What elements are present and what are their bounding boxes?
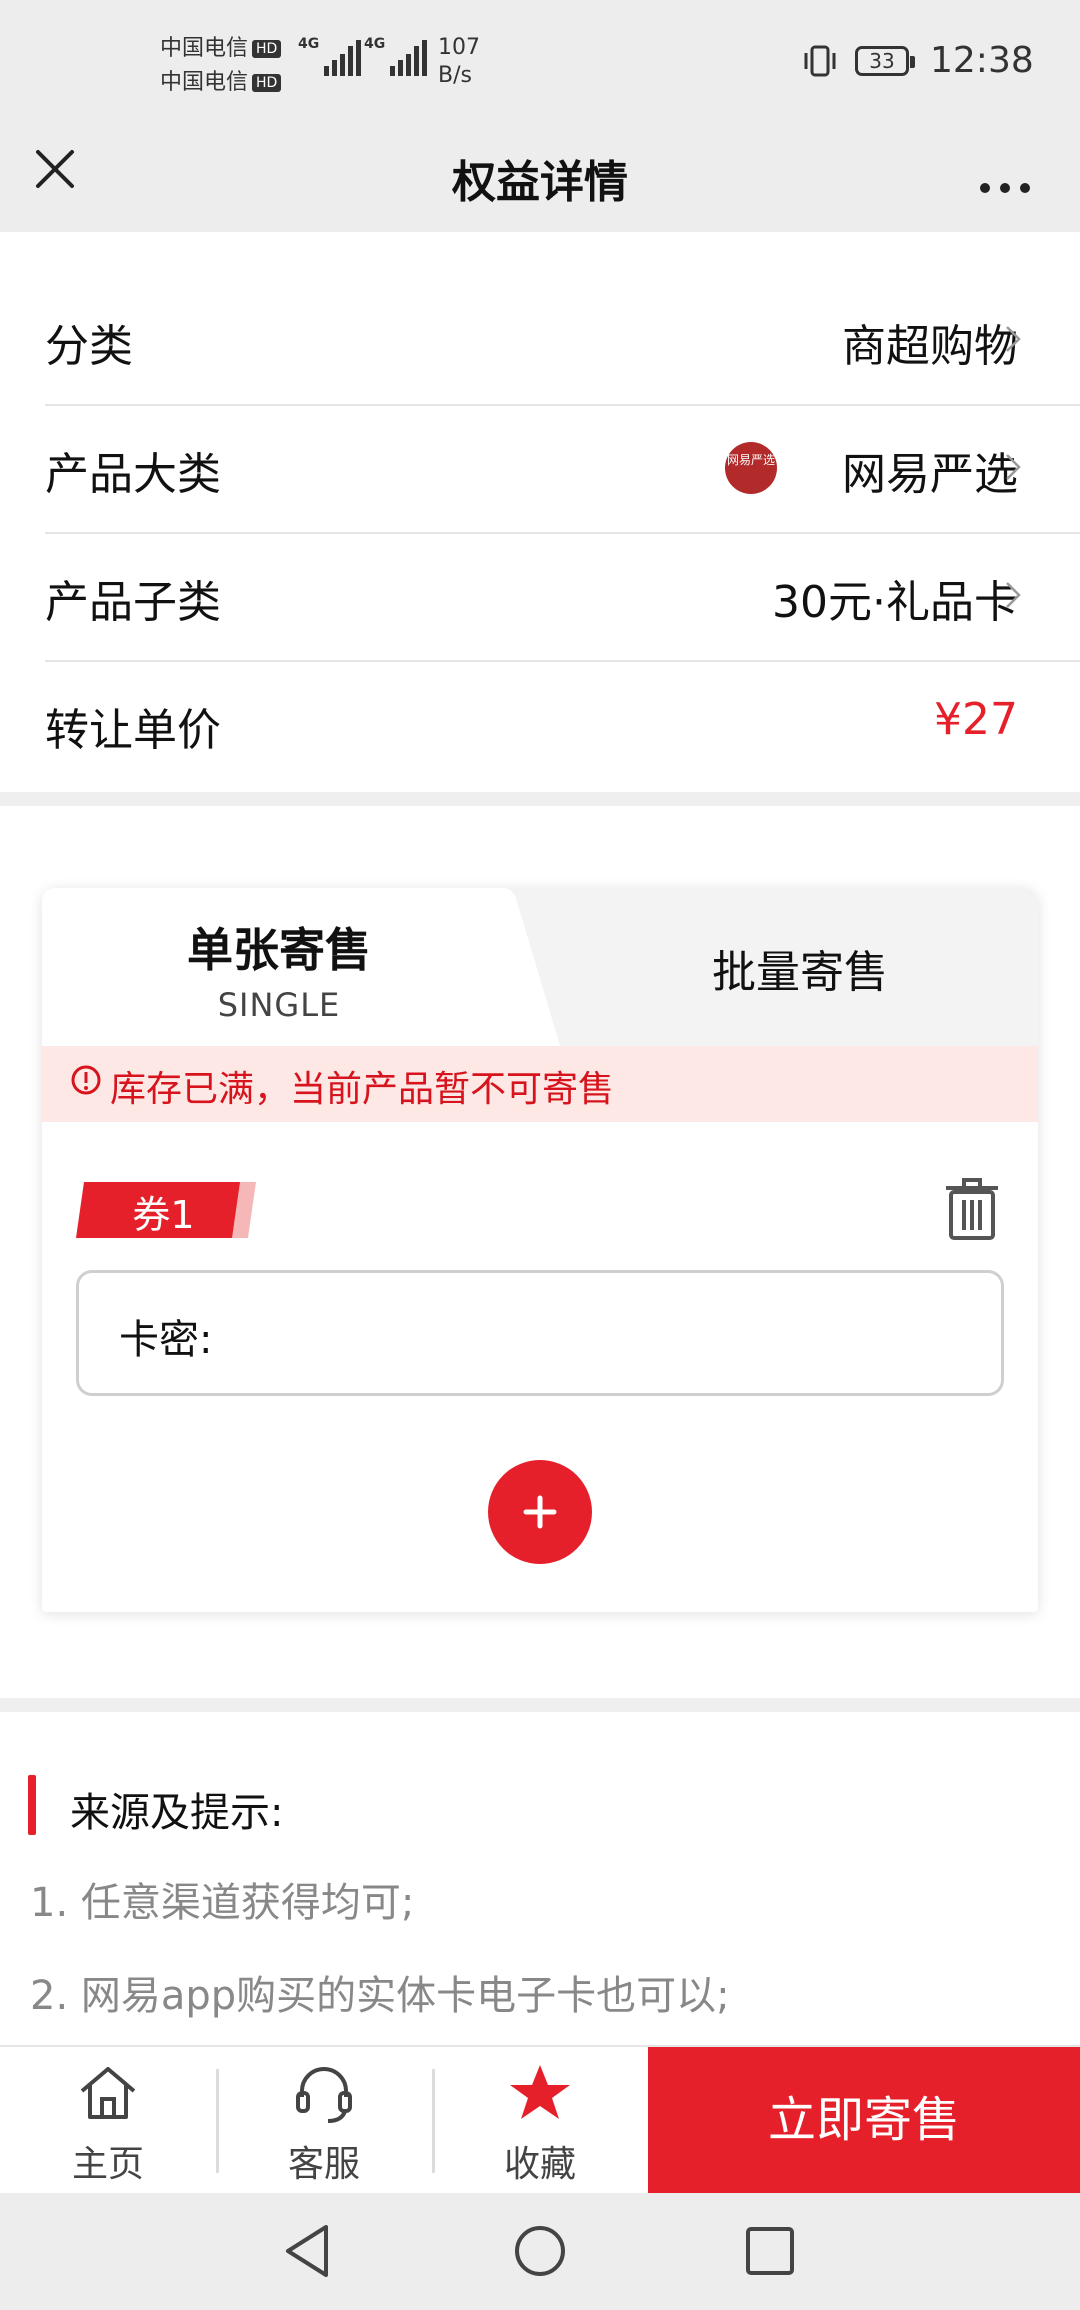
tab-single[interactable]: 单张寄售 SINGLE <box>42 888 516 1046</box>
net-speed-unit: B/s <box>438 63 472 88</box>
status-bar: 中国电信 HD 中国电信 HD 4G 4G 107 B/s 33 12:38 <box>0 0 1080 120</box>
tab-batch[interactable]: 批量寄售 <box>562 888 1038 1046</box>
row-label: 产品子类 <box>45 577 221 628</box>
home-circle-icon[interactable] <box>512 2223 568 2279</box>
net-type-label: 4G <box>364 36 386 52</box>
price-value: ¥27 <box>934 694 1018 745</box>
nav-favorite[interactable]: 收藏 <box>432 2047 648 2193</box>
add-voucher-button[interactable] <box>488 1460 592 1564</box>
nav-home[interactable]: 主页 <box>0 2047 216 2193</box>
section-divider <box>0 792 1080 806</box>
row-label: 分类 <box>45 321 133 372</box>
brand-logo-text: 网易严选 <box>726 453 775 467</box>
row-label: 转让单价 <box>45 705 221 756</box>
battery-level: 33 <box>869 49 895 73</box>
warning-banner: 库存已满，当前产品暂不可寄售 <box>42 1046 1038 1122</box>
nav-service-label: 客服 <box>287 2144 360 2185</box>
title-bar: 权益详情 <box>0 120 1080 232</box>
hd-badge: HD <box>252 74 282 92</box>
signal-icon: 4G <box>298 36 361 76</box>
system-nav-bar <box>0 2193 1080 2310</box>
consign-card: 单张寄售 SINGLE 批量寄售 库存已满，当前产品暂不可寄售 券1 卡密: <box>42 888 1038 1612</box>
row-value: 30元·礼品卡 <box>772 577 1018 628</box>
sell-now-button[interactable]: 立即寄售 <box>648 2047 1080 2193</box>
recents-icon[interactable] <box>744 2225 796 2277</box>
home-icon <box>80 2067 136 2119</box>
alert-circle-icon <box>71 1065 101 1095</box>
tips-line: 1. 任意渠道获得均可; <box>30 1880 415 1926</box>
carrier-2-name: 中国电信 <box>160 70 249 95</box>
card-secret-label: 卡密: <box>119 1317 213 1363</box>
info-row-category[interactable]: 分类 商超购物 <box>45 276 1080 406</box>
chevron-right-icon <box>1006 454 1021 480</box>
tab-single-label: 单张寄售 <box>187 923 371 977</box>
star-icon <box>510 2065 570 2119</box>
page-title: 权益详情 <box>452 157 628 208</box>
row-value: 商超购物 <box>842 321 1018 372</box>
plus-icon <box>523 1495 557 1529</box>
carrier-2: 中国电信 HD <box>160 64 282 96</box>
net-speed: 107 B/s <box>438 34 480 90</box>
chevron-right-icon <box>1006 582 1021 608</box>
info-row-product-sub[interactable]: 产品子类 30元·礼品卡 <box>45 532 1080 662</box>
back-icon[interactable] <box>282 2223 332 2279</box>
voucher-label: 券1 <box>132 1193 195 1237</box>
carrier-1-name: 中国电信 <box>160 36 249 61</box>
carrier-1: 中国电信 HD <box>160 30 282 62</box>
net-speed-value: 107 <box>438 35 480 60</box>
brand-logo: 网易严选 <box>725 442 777 494</box>
more-icon[interactable] <box>975 140 1035 200</box>
signal-icon: 4G <box>364 36 427 76</box>
tips-title: 来源及提示: <box>70 1790 284 1836</box>
clock: 12:38 <box>930 40 1034 81</box>
nav-home-label: 主页 <box>71 2144 144 2185</box>
info-row-product-main[interactable]: 产品大类 网易严选 网易严选 <box>45 404 1080 534</box>
bottom-nav: 主页 客服 收藏 立即寄售 <box>0 2045 1080 2193</box>
info-row-price: 转让单价 ¥27 <box>45 660 1080 788</box>
row-value: 网易严选 <box>842 449 1018 500</box>
tips-line: 2. 网易app购买的实体卡电子卡也可以; <box>30 1973 730 2019</box>
nav-favorite-label: 收藏 <box>503 2144 576 2185</box>
row-label: 产品大类 <box>45 449 221 500</box>
vibrate-icon <box>804 45 836 77</box>
tab-batch-label: 批量寄售 <box>712 947 888 998</box>
card-secret-input[interactable]: 卡密: <box>76 1270 1004 1396</box>
nav-service[interactable]: 客服 <box>216 2047 432 2193</box>
section-divider <box>0 1698 1080 1712</box>
warning-text: 库存已满，当前产品暂不可寄售 <box>110 1069 615 1110</box>
headset-icon <box>296 2067 352 2123</box>
battery-icon: 33 <box>855 46 915 76</box>
trash-icon[interactable] <box>942 1178 1002 1242</box>
hd-badge: HD <box>252 40 282 58</box>
net-type-label: 4G <box>298 36 320 52</box>
tips-accent-bar <box>28 1775 36 1835</box>
tab-single-sublabel: SINGLE <box>217 986 341 1024</box>
chevron-right-icon <box>1006 326 1021 352</box>
